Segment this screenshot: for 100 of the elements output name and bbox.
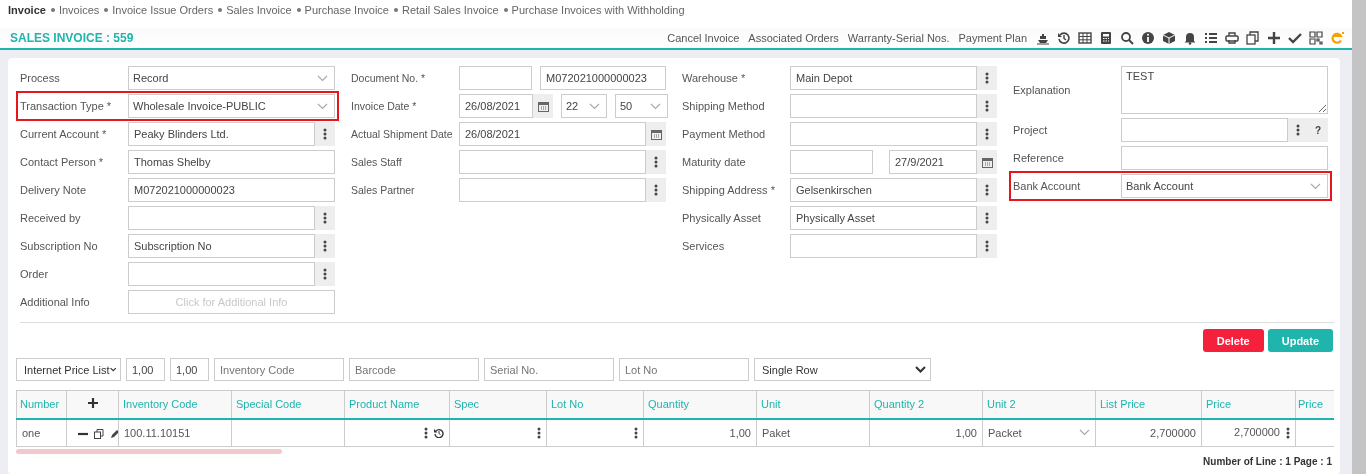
select-field[interactable]: Bank Account — [1121, 174, 1328, 198]
more-button[interactable] — [977, 66, 997, 90]
textarea-field[interactable]: TEST — [1121, 66, 1328, 114]
field-label: Payment Method — [682, 128, 767, 140]
input-field[interactable]: Subscription No — [128, 234, 315, 258]
breadcrumb-link[interactable]: Invoices — [58, 4, 100, 16]
plus-icon[interactable] — [87, 398, 98, 409]
select-field[interactable]: Single Row — [754, 358, 931, 381]
breadcrumb-link[interactable]: Retail Sales Invoice — [401, 4, 499, 16]
input-field[interactable]: Lot No — [619, 358, 749, 381]
more-icon[interactable] — [424, 427, 428, 440]
qr-code-icon[interactable] — [1309, 31, 1323, 45]
calendar-button[interactable] — [977, 150, 997, 174]
time-select[interactable]: 50 — [615, 94, 668, 118]
toolbar-link[interactable]: Payment Plan — [958, 32, 1027, 44]
toolbar-link[interactable]: Cancel Invoice — [667, 32, 740, 44]
input-field[interactable] — [128, 206, 315, 230]
scrollbar[interactable] — [16, 449, 282, 454]
breadcrumb-link[interactable]: Invoice Issue Orders — [112, 4, 214, 16]
input-field[interactable] — [790, 234, 977, 258]
field-label: Invoice Date * — [351, 100, 418, 112]
bullet-icon — [50, 8, 55, 12]
input-field[interactable]: Peaky Blinders Ltd. — [128, 122, 315, 146]
input-field[interactable]: Thomas Shelby — [128, 150, 335, 174]
more-button[interactable] — [315, 234, 335, 258]
input-field[interactable]: Physically Asset — [790, 206, 977, 230]
table-icon[interactable] — [1078, 31, 1092, 45]
input-field[interactable]: M072021000000023 — [128, 178, 335, 202]
chevron-down-icon — [317, 74, 328, 82]
pencil-icon[interactable] — [110, 428, 118, 439]
more-button[interactable] — [977, 206, 997, 230]
input-field[interactable] — [1121, 146, 1328, 170]
more-icon[interactable] — [537, 427, 541, 440]
more-button[interactable] — [977, 122, 997, 146]
plus-icon[interactable] — [1267, 31, 1281, 45]
history-icon[interactable] — [434, 428, 444, 439]
select-field[interactable]: Wholesale Invoice-PUBLIC — [128, 94, 335, 118]
time-select[interactable]: 22 — [561, 94, 607, 118]
input-field[interactable] — [790, 94, 977, 118]
box-icon[interactable] — [1162, 31, 1176, 45]
more-button[interactable] — [646, 150, 666, 174]
date-field[interactable]: 26/08/2021 — [459, 94, 533, 118]
breadcrumb-link[interactable]: Sales Invoice — [226, 4, 292, 16]
more-button[interactable] — [315, 206, 335, 230]
bell-icon[interactable] — [1183, 31, 1197, 45]
more-button[interactable] — [646, 178, 666, 202]
breadcrumb-link[interactable]: Invoice — [8, 4, 46, 16]
more-button[interactable] — [977, 178, 997, 202]
breadcrumb-link[interactable]: Purchase Invoice — [304, 4, 389, 16]
chevron-down-icon — [1079, 429, 1090, 437]
more-button[interactable] — [1288, 118, 1308, 142]
input-field[interactable]: Inventory Code — [214, 358, 344, 381]
copy-icon[interactable] — [94, 428, 104, 439]
copy-icon[interactable] — [1246, 31, 1260, 45]
history-icon[interactable] — [1057, 31, 1071, 45]
calendar-icon — [537, 100, 549, 112]
input-field[interactable] — [459, 150, 646, 174]
print-icon[interactable] — [1225, 31, 1239, 45]
input-field[interactable] — [459, 66, 532, 90]
input-field[interactable] — [128, 262, 315, 286]
input-field[interactable]: 1,00 — [126, 358, 165, 381]
input-field[interactable]: Main Depot — [790, 66, 977, 90]
input-field[interactable] — [459, 178, 646, 202]
input-field[interactable]: Gelsenkirschen — [790, 178, 977, 202]
page-title: SALES INVOICE : 559 — [10, 31, 134, 45]
input-field[interactable] — [790, 150, 873, 174]
price-value: 2,700000 — [1234, 426, 1280, 439]
calendar-button[interactable] — [646, 122, 666, 146]
info-icon[interactable] — [1141, 31, 1155, 45]
search-icon[interactable] — [1120, 31, 1134, 45]
input-field[interactable] — [1121, 118, 1288, 142]
more-icon[interactable] — [1286, 427, 1290, 440]
help-button[interactable]: ? — [1308, 118, 1328, 142]
date-field[interactable]: 26/08/2021 — [459, 122, 646, 146]
select-field[interactable]: Internet Price List — [16, 358, 121, 381]
input-field[interactable]: 1,00 — [170, 358, 209, 381]
calculator-icon[interactable] — [1099, 31, 1113, 45]
ship-icon[interactable] — [1036, 31, 1050, 45]
more-icon — [323, 268, 327, 280]
list-icon[interactable] — [1204, 31, 1218, 45]
toolbar-link[interactable]: Warranty-Serial Nos. — [847, 32, 950, 44]
more-button[interactable] — [315, 262, 335, 286]
date-field[interactable]: 27/9/2021 — [889, 150, 977, 174]
more-button[interactable] — [977, 94, 997, 118]
calendar-button[interactable] — [533, 94, 553, 118]
more-button[interactable] — [315, 122, 335, 146]
scrollbar[interactable] — [1352, 0, 1366, 474]
more-button[interactable] — [977, 234, 997, 258]
breadcrumb-link[interactable]: Purchase Invoices with Withholding — [511, 4, 685, 16]
delete-button[interactable]: Delete — [1202, 329, 1264, 352]
check-icon[interactable] — [1288, 31, 1302, 45]
more-icon — [985, 100, 989, 112]
toolbar-link[interactable]: Associated Orders — [748, 32, 839, 44]
input-field[interactable]: Serial No. — [484, 358, 614, 381]
more-icon[interactable] — [634, 427, 638, 440]
field-label: Sales Staff — [351, 156, 403, 168]
input-field[interactable]: Barcode — [349, 358, 479, 381]
input-field[interactable]: M072021000000023 — [540, 66, 666, 90]
select-field[interactable]: Record — [128, 66, 335, 90]
input-field[interactable] — [790, 122, 977, 146]
